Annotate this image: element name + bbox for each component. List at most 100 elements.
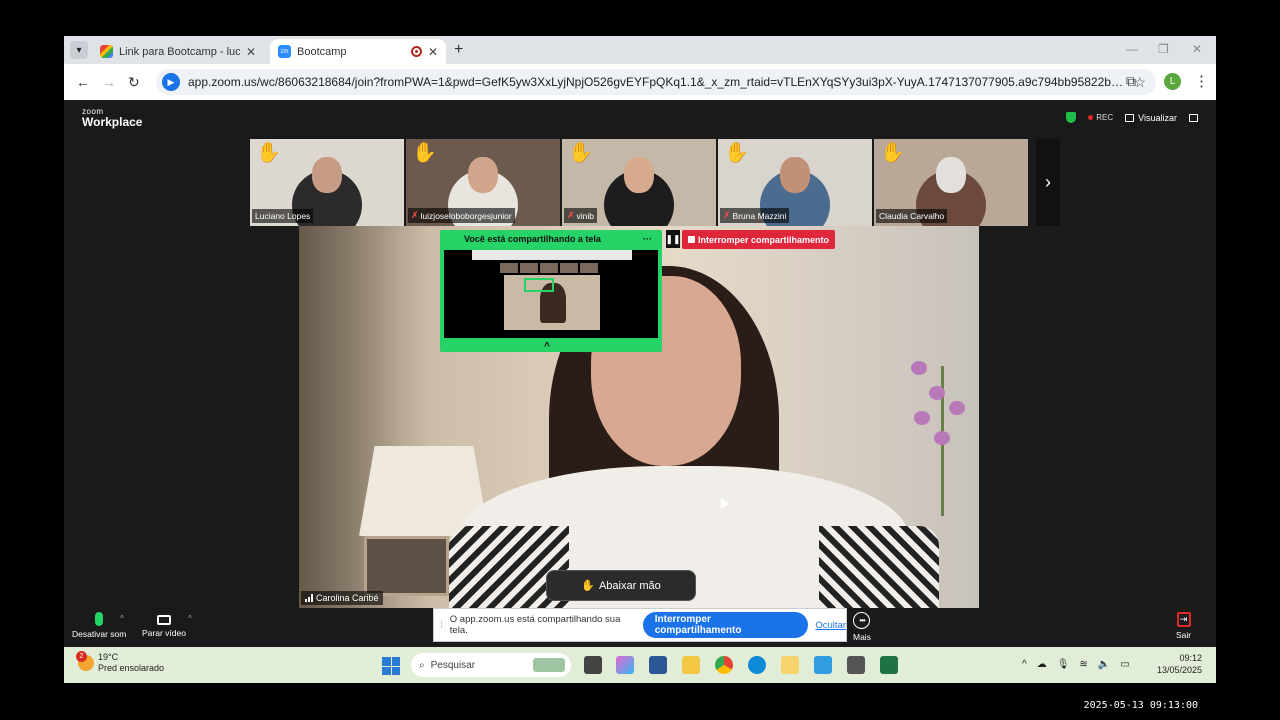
back-icon[interactable]: ← [76, 74, 90, 90]
audio-options-caret-icon[interactable]: ^ [120, 614, 124, 623]
battery-icon[interactable]: ▭ [1120, 659, 1129, 670]
shared-screen-thumbnail [444, 250, 658, 338]
participant-head [780, 157, 810, 193]
chrome-icon[interactable] [715, 656, 733, 674]
thumbnail-share-frame [524, 278, 554, 292]
tab-bar: ▾ Link para Bootcamp - luciano.lo ✕ zm B… [64, 36, 1216, 64]
stop-sharing-button[interactable]: Interromper compartilhamento [642, 612, 809, 638]
more-icon: ••• [853, 612, 871, 629]
participant-head [468, 157, 498, 193]
close-tab-icon[interactable]: ✕ [246, 45, 256, 59]
taskbar-search[interactable]: ⌕ Pesquisar [411, 653, 571, 677]
tab-search-dropdown[interactable]: ▾ [70, 41, 88, 59]
sharing-notice-text: O app.zoom.us está compartilhando sua te… [449, 614, 621, 636]
browser-menu-icon[interactable]: ⋮ [1194, 72, 1209, 90]
screen: ▾ Link para Bootcamp - luciano.lo ✕ zm B… [0, 0, 1280, 720]
more-button[interactable]: ••• Mais [853, 612, 871, 642]
tray-overflow-chevron-icon[interactable]: ^ [1022, 659, 1027, 670]
clock-time: 09:12 [1179, 653, 1202, 663]
omnibox[interactable]: ▶ app.zoom.us/wc/86063218684/join?fromPW… [156, 69, 1156, 95]
lower-hand-button[interactable]: ✋ Abaixar mão [546, 570, 696, 601]
raised-hand-icon: ✋ [880, 142, 905, 164]
file-explorer-icon[interactable] [682, 656, 700, 674]
profile-avatar[interactable]: L [1164, 73, 1181, 90]
recording-indicator: REC [1088, 113, 1113, 122]
close-tab-icon[interactable]: ✕ [428, 45, 438, 59]
tab-title: Link para Bootcamp - luciano.lo [119, 45, 240, 58]
chrome-sharing-notice: ⁞ O app.zoom.us está compartilhando sua … [433, 608, 847, 642]
tray-microphone-icon[interactable]: 🎙 [1057, 659, 1070, 670]
forward-icon[interactable]: → [102, 74, 116, 90]
stop-video-button[interactable]: Parar vídeo [142, 612, 186, 638]
leave-button[interactable]: ⇥ Sair [1176, 612, 1191, 640]
volume-icon[interactable]: 🔈 [1098, 659, 1110, 670]
sharing-preview-panel[interactable]: Você está compartilhando a tela ··· ^ [440, 230, 662, 352]
zoom-logo: zoom Workplace [82, 108, 142, 129]
participant-tile[interactable]: ✋ ✗ Bruna Mazzini [718, 139, 872, 226]
zoom-meeting: zoom Workplace REC Visualizar ✋ Luciano [64, 100, 1216, 647]
mute-button[interactable]: Desativar som [72, 612, 126, 639]
speaker-sleeve-stripes [819, 526, 939, 608]
url-text[interactable]: app.zoom.us/wc/86063218684/join?fromPWA=… [188, 75, 1125, 89]
notification-badge: 2 [76, 650, 87, 662]
mute-label: Desativar som [72, 629, 127, 639]
extensions-icon[interactable]: ⧉ [1126, 73, 1136, 90]
recording-icon [410, 46, 422, 57]
zoom-icon: zm [278, 45, 291, 58]
raised-hand-icon: ✋ [581, 580, 595, 592]
start-menu-icon[interactable] [382, 657, 400, 675]
cloud-off-icon[interactable]: ☁ [1037, 659, 1047, 670]
security-shield-icon[interactable] [1066, 112, 1077, 123]
raised-hand-icon: ✋ [412, 142, 437, 164]
globe-app-icon[interactable] [814, 656, 832, 674]
tab-gmail[interactable]: Link para Bootcamp - luciano.lo ✕ [92, 39, 264, 64]
participant-name: ✗ Bruna Mazzini [720, 208, 790, 223]
view-button[interactable]: Visualizar [1125, 113, 1177, 123]
sticky-notes-icon[interactable] [781, 656, 799, 674]
participant-tile[interactable]: ✋ ✗ luizjoseloboborgesjunior [406, 139, 560, 226]
participant-name: ✗ vinib [564, 208, 598, 223]
wifi-icon[interactable]: ≋ [1079, 659, 1087, 670]
weather-text: 19°C Pred ensolarado [98, 652, 164, 674]
sharing-more-icon[interactable]: ··· [643, 234, 652, 244]
participant-name-text: vinib [576, 210, 595, 221]
signal-bars-icon [305, 594, 313, 602]
site-info-icon[interactable]: ▶ [162, 73, 180, 91]
restore-icon[interactable]: ❐ [1158, 42, 1169, 56]
search-highlight-icon [533, 658, 565, 672]
participant-tile[interactable]: ✋ Claudia Carvalho [874, 139, 1028, 226]
hide-notice-link[interactable]: Ocultar [815, 620, 846, 631]
taskbar-clock[interactable]: 09:12 13/05/2025 [1157, 652, 1202, 676]
word-icon[interactable] [649, 656, 667, 674]
calculator-icon[interactable] [847, 656, 865, 674]
fullscreen-icon[interactable] [1189, 113, 1198, 122]
video-camera-icon [156, 615, 171, 625]
pause-share-icon[interactable]: ❚❚ [665, 230, 681, 248]
minimize-icon[interactable]: — [1126, 42, 1138, 56]
meeting-top-controls: REC Visualizar [1066, 112, 1198, 123]
recording-timestamp: 2025-05-13 09:13:00 [1083, 700, 1198, 711]
muted-mic-icon: ✗ [567, 210, 575, 220]
video-options-caret-icon[interactable]: ^ [188, 614, 192, 623]
participant-head [312, 157, 342, 193]
excel-icon[interactable] [880, 656, 898, 674]
expand-caret-icon[interactable]: ^ [544, 341, 550, 352]
copilot-icon[interactable] [616, 656, 634, 674]
address-bar: ← → ↻ ▶ app.zoom.us/wc/86063218684/join?… [64, 64, 1216, 100]
weather-widget[interactable]: 2 19°C Pred ensolarado [76, 650, 164, 674]
participant-tile[interactable]: ✋ Luciano Lopes [250, 139, 404, 226]
tab-bootcamp[interactable]: zm Bootcamp ✕ [270, 39, 446, 64]
stop-share-top-button[interactable]: Interromper compartilhamento [682, 230, 836, 249]
reload-icon[interactable]: ↻ [128, 74, 140, 91]
task-view-icon[interactable] [584, 656, 602, 674]
new-tab-button[interactable]: + [454, 41, 463, 59]
close-window-icon[interactable]: ✕ [1192, 42, 1202, 56]
sharing-panel-title: Você está compartilhando a tela [464, 234, 601, 244]
edge-icon[interactable] [748, 656, 766, 674]
participant-tile[interactable]: ✋ ✗ vinib [562, 139, 716, 226]
temperature: 19°C [98, 652, 119, 662]
drag-grip-icon[interactable]: ⁞ [440, 620, 443, 631]
exit-icon: ⇥ [1176, 612, 1191, 627]
video-orchid-flower [934, 431, 950, 445]
next-participants-chevron-icon[interactable]: › [1036, 139, 1060, 226]
